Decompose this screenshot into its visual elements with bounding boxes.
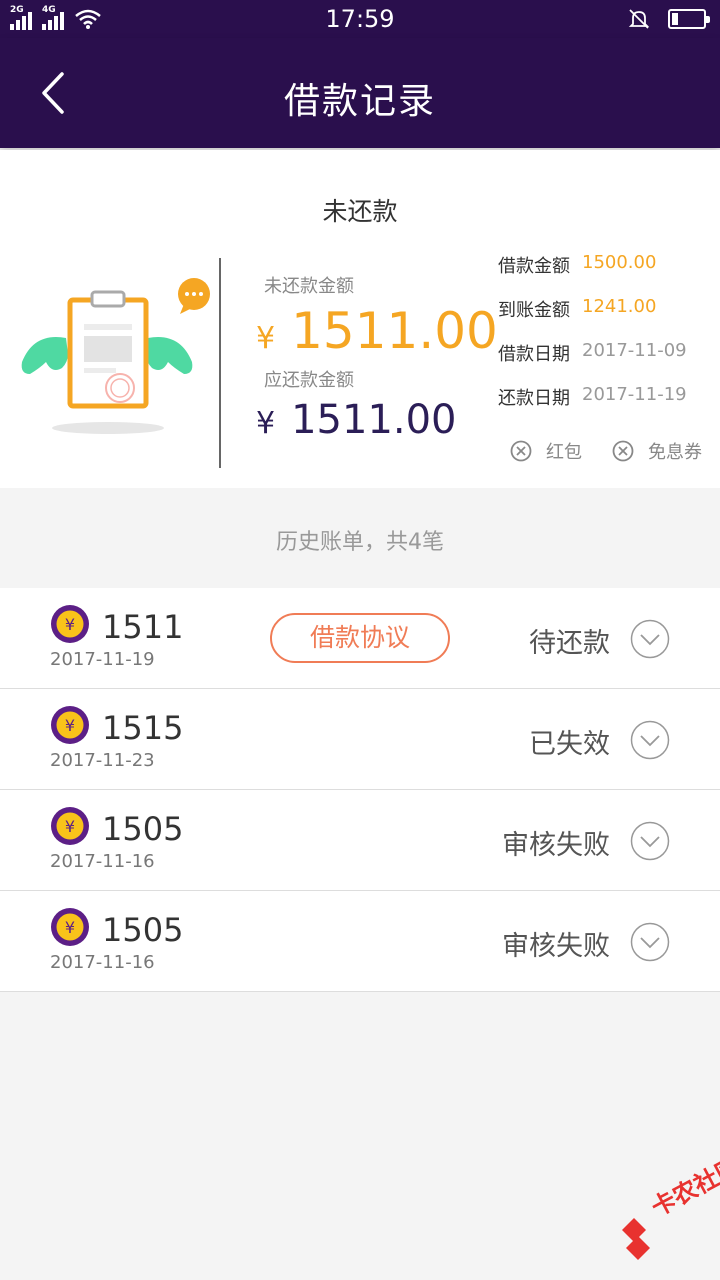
record-row[interactable]: ¥ 1515 2017-11-23 已失效 xyxy=(0,689,720,790)
record-amount: 1505 xyxy=(102,810,184,848)
interest-free-coupon-label: 免息券 xyxy=(648,442,702,463)
record-status: 待还款 xyxy=(529,628,610,659)
clock: 17:59 xyxy=(325,5,395,33)
record-row[interactable]: ¥ 1511 2017-11-19 借款协议 待还款 xyxy=(0,588,720,689)
history-title: 历史账单，共4笔 xyxy=(276,530,444,555)
loan-date-value: 2017-11-09 xyxy=(582,340,687,361)
repay-date-label: 还款日期 xyxy=(498,388,570,409)
chevron-down-icon[interactable] xyxy=(630,821,670,861)
record-status: 审核失败 xyxy=(502,830,610,861)
app-header: 借款记录 xyxy=(0,38,720,148)
record-status: 已失效 xyxy=(529,729,610,760)
currency-symbol: ¥ xyxy=(256,406,276,441)
due-amount: ¥ 1511.00 xyxy=(256,397,457,443)
svg-text:¥: ¥ xyxy=(65,615,75,634)
chevron-down-icon[interactable] xyxy=(630,720,670,760)
repay-date-value: 2017-11-19 xyxy=(582,384,687,405)
repay-date-row: 还款日期 2017-11-19 xyxy=(498,384,687,410)
loan-amount-value: 1500.00 xyxy=(582,252,657,273)
record-row[interactable]: ¥ 1505 2017-11-16 审核失败 xyxy=(0,891,720,992)
record-date: 2017-11-16 xyxy=(50,952,155,973)
vertical-divider xyxy=(219,258,221,468)
svg-text:¥: ¥ xyxy=(65,817,75,836)
received-amount-value: 1241.00 xyxy=(582,296,657,317)
loan-date-row: 借款日期 2017-11-09 xyxy=(498,340,687,366)
coupon-options: 红包 免息券 xyxy=(510,438,702,464)
record-date: 2017-11-23 xyxy=(50,750,155,771)
status-right xyxy=(628,8,710,30)
unpaid-summary-card: 未还款 未还款金额 ¥ 1511.00 应还款金额 ¥ 1511.00 借款金额… xyxy=(0,150,720,488)
battery-icon xyxy=(668,9,710,29)
chevron-down-icon[interactable] xyxy=(630,619,670,659)
bell-muted-icon xyxy=(628,9,650,29)
yen-coin-icon: ¥ xyxy=(51,706,89,744)
loan-amount-label: 借款金额 xyxy=(498,256,570,277)
record-amount: 1511 xyxy=(102,608,184,646)
svg-text:¥: ¥ xyxy=(65,716,75,735)
interest-free-coupon-option[interactable]: 免息券 xyxy=(612,438,702,464)
loan-amount-row: 借款金额 1500.00 xyxy=(498,252,656,278)
yen-coin-icon: ¥ xyxy=(51,908,89,946)
yen-coin-icon: ¥ xyxy=(51,605,89,643)
history-record-list: ¥ 1511 2017-11-19 借款协议 待还款 ¥ 1515 2017-1… xyxy=(0,588,720,992)
loan-date-label: 借款日期 xyxy=(498,344,570,365)
received-amount-label: 到账金额 xyxy=(498,300,570,321)
record-status: 审核失败 xyxy=(502,931,610,962)
outstanding-amount-value: 1511.00 xyxy=(291,302,498,360)
currency-symbol: ¥ xyxy=(256,321,276,356)
record-amount: 1505 xyxy=(102,911,184,949)
close-circle-icon xyxy=(510,440,532,462)
record-date: 2017-11-16 xyxy=(50,851,155,872)
status-bar: 2G 4G 17:59 xyxy=(0,0,720,38)
due-amount-label: 应还款金额 xyxy=(264,370,354,391)
loan-agreement-button[interactable]: 借款协议 xyxy=(270,613,450,663)
outstanding-amount-label: 未还款金额 xyxy=(264,276,354,297)
record-row[interactable]: ¥ 1505 2017-11-16 审核失败 xyxy=(0,790,720,891)
svg-text:¥: ¥ xyxy=(65,918,75,937)
chevron-down-icon[interactable] xyxy=(630,922,670,962)
yen-coin-icon: ¥ xyxy=(51,807,89,845)
clipboard-illustration-icon xyxy=(21,278,210,434)
summary-title: 未还款 xyxy=(322,197,398,226)
red-packet-option[interactable]: 红包 xyxy=(510,438,582,464)
outstanding-amount: ¥ 1511.00 xyxy=(256,302,498,360)
page-title: 借款记录 xyxy=(283,81,436,122)
red-packet-label: 红包 xyxy=(546,442,582,463)
received-amount-row: 到账金额 1241.00 xyxy=(498,296,656,322)
due-amount-value: 1511.00 xyxy=(291,397,457,443)
record-amount: 1515 xyxy=(102,709,184,747)
close-circle-icon xyxy=(612,440,634,462)
record-date: 2017-11-19 xyxy=(50,649,155,670)
